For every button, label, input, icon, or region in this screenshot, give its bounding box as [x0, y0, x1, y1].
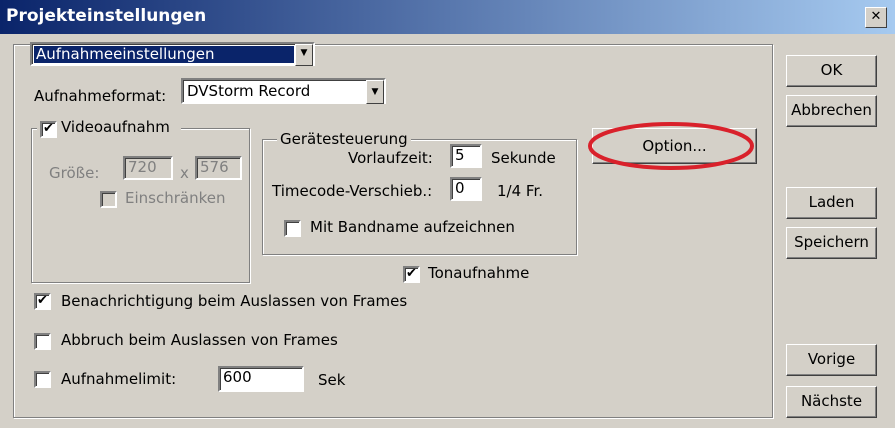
videoaufnahm-legend: ✔ Videoaufnahm [37, 118, 181, 138]
speichern-button[interactable]: Speichern [786, 227, 877, 259]
width-field[interactable]: 720 [123, 156, 173, 180]
title-bar: Projekteinstellungen ✕ [0, 0, 895, 34]
aufnahmeformat-value: DVStorm Record [187, 82, 311, 100]
height-field[interactable]: 576 [195, 156, 242, 180]
abbrechen-button[interactable]: Abbrechen [786, 95, 877, 127]
bandname-label: Mit Bandname aufzeichnen [310, 218, 515, 236]
geraetesteuerung-title: Gerätesteuerung [277, 130, 411, 148]
close-button[interactable]: ✕ [865, 7, 887, 28]
aufnahmelimit-checkbox[interactable] [34, 371, 51, 388]
aufnahmelimit-label: Aufnahmelimit: [61, 370, 177, 388]
chevron-down-icon[interactable]: ▼ [366, 80, 384, 104]
bandname-checkbox[interactable] [284, 220, 301, 237]
section-dropdown-value: Aufnahmeeinstellungen [34, 46, 294, 63]
videoaufnahm-checkbox[interactable]: ✔ [40, 121, 57, 138]
ok-button[interactable]: OK [786, 55, 877, 87]
vorlaufzeit-label: Vorlaufzeit: [348, 149, 433, 167]
timecode-label: Timecode-Verschieb.: [272, 182, 433, 200]
aufnahmelimit-field[interactable]: 600 [218, 366, 304, 392]
section-dropdown[interactable]: Aufnahmeeinstellungen ▼ [30, 42, 315, 66]
aufnahmelimit-unit: Sek [318, 371, 346, 389]
videoaufnahm-label: Videoaufnahm [61, 118, 170, 136]
x-label: x [180, 164, 189, 182]
annotation-circle [588, 122, 754, 170]
einschraenken-checkbox[interactable] [100, 191, 117, 208]
vorlaufzeit-unit: Sekunde [491, 149, 556, 167]
abbruch-checkbox[interactable] [34, 333, 51, 350]
timecode-field[interactable]: 0 [450, 177, 482, 201]
groesse-label: Größe: [49, 164, 100, 182]
naechste-button[interactable]: Nächste [786, 386, 877, 418]
vorlaufzeit-field[interactable]: 5 [450, 144, 482, 168]
chevron-down-icon[interactable]: ▼ [295, 44, 313, 66]
aufnahmeformat-label: Aufnahmeformat: [34, 87, 167, 105]
tonaufnahme-checkbox[interactable]: ✔ [403, 266, 420, 283]
benachrichtigung-label: Benachrichtigung beim Auslassen von Fram… [61, 292, 408, 310]
benachrichtigung-checkbox[interactable]: ✔ [34, 293, 51, 310]
vorige-button[interactable]: Vorige [786, 344, 877, 376]
aufnahmeformat-dropdown[interactable]: DVStorm Record ▼ [181, 78, 386, 104]
laden-button[interactable]: Laden [786, 187, 877, 219]
tonaufnahme-label: Tonaufnahme [428, 264, 530, 282]
window-title: Projekteinstellungen [6, 6, 207, 26]
abbruch-label: Abbruch beim Auslassen von Frames [61, 331, 338, 349]
timecode-unit: 1/4 Fr. [497, 182, 544, 200]
einschraenken-label: Einschränken [125, 189, 226, 207]
